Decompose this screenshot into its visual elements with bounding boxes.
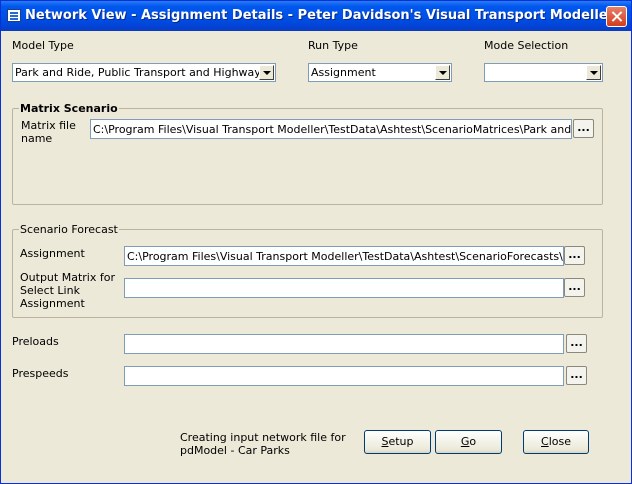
preloads-browse-button[interactable]: ... (566, 334, 587, 353)
setup-button-label: etup (388, 435, 414, 448)
dialog-window: Network View - Assignment Details - Pete… (0, 0, 632, 484)
setup-button[interactable]: Setup (364, 430, 431, 454)
output-matrix-field[interactable] (124, 278, 564, 298)
model-type-dropdown[interactable]: Park and Ride, Public Transport and High… (12, 63, 276, 82)
status-line1: Creating input network file for (180, 431, 346, 444)
mode-selection-label: Mode Selection (484, 39, 569, 52)
title-bar[interactable]: Network View - Assignment Details - Pete… (1, 1, 631, 31)
matrix-scenario-title: Matrix Scenario (19, 102, 119, 115)
chevron-down-icon[interactable] (435, 65, 450, 80)
close-window-button[interactable] (606, 6, 627, 27)
model-type-value: Park and Ride, Public Transport and High… (15, 66, 261, 79)
scenario-forecast-title: Scenario Forecast (19, 223, 119, 236)
prespeeds-label: Prespeeds (12, 367, 69, 380)
prespeeds-field[interactable] (124, 366, 564, 386)
assignment-label: Assignment (20, 247, 85, 260)
prespeeds-browse-button[interactable]: ... (566, 366, 587, 385)
go-button-label: o (469, 435, 477, 448)
close-button-mnemonic: C (541, 435, 549, 448)
mode-selection-dropdown[interactable] (484, 63, 603, 82)
matrix-file-field[interactable]: C:\Program Files\Visual Transport Modell… (90, 119, 572, 139)
assignment-field[interactable]: C:\Program Files\Visual Transport Modell… (124, 246, 564, 266)
matrix-file-value: C:\Program Files\Visual Transport Modell… (93, 123, 572, 136)
window-title: Network View - Assignment Details - Pete… (25, 8, 615, 23)
run-type-value: Assignment (311, 66, 376, 79)
preloads-field[interactable] (124, 334, 564, 354)
preloads-label: Preloads (12, 335, 59, 348)
assignment-value: C:\Program Files\Visual Transport Modell… (127, 250, 564, 263)
output-matrix-label-line1: Output Matrix for (20, 271, 115, 284)
chevron-down-icon[interactable] (586, 65, 601, 80)
status-line2: pdModel - Car Parks (180, 444, 290, 457)
output-matrix-browse-button[interactable]: ... (564, 278, 585, 297)
run-type-label: Run Type (308, 39, 358, 52)
close-button-label: lose (548, 435, 571, 448)
model-type-label: Model Type (12, 39, 74, 52)
go-button[interactable]: Go (435, 430, 502, 454)
run-type-dropdown[interactable]: Assignment (308, 63, 452, 82)
close-button[interactable]: Close (523, 430, 589, 454)
matrix-file-label: Matrix file name (21, 119, 76, 145)
matrix-file-browse-button[interactable]: ... (573, 119, 594, 138)
assignment-browse-button[interactable]: ... (564, 246, 585, 265)
status-text: Creating input network file for pdModel … (180, 431, 346, 457)
output-matrix-label-line2: Select Link (20, 284, 80, 297)
output-matrix-label: Output Matrix for Select Link Assignment (20, 271, 115, 310)
output-matrix-label-line3: Assignment (20, 297, 85, 310)
chevron-down-icon[interactable] (259, 65, 274, 80)
app-icon (7, 9, 21, 22)
